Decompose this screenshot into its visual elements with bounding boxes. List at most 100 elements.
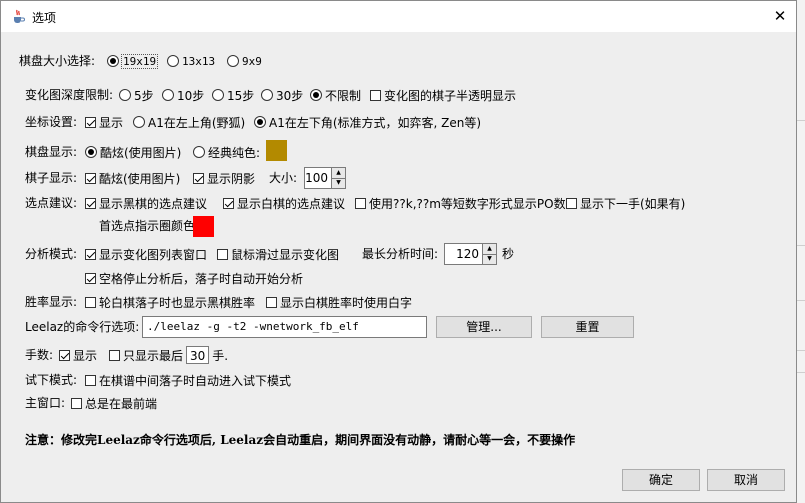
stone-shadow-checkbox[interactable]: 显示阴影: [193, 168, 255, 188]
depth-30-radio[interactable]: 30步: [261, 85, 303, 105]
checkbox-indicator: [85, 116, 96, 128]
checkbox-label: 酷炫(使用图片): [99, 171, 181, 186]
radio-indicator: [167, 55, 179, 67]
translucent-checkbox[interactable]: 变化图的棋子半透明显示: [370, 85, 516, 105]
radio-indicator: [85, 146, 97, 158]
reset-button[interactable]: 重置: [541, 316, 634, 338]
radio-label: A1在左下角(标准方式，如弈客, Zen等): [269, 115, 482, 130]
java-coffee-icon: [14, 9, 25, 23]
radio-indicator: [133, 116, 145, 128]
ring-color-swatch[interactable]: [193, 216, 214, 237]
board-size-13-radio[interactable]: 13x13: [167, 51, 215, 71]
spinner-value: 120: [456, 247, 479, 261]
black-suggestion-checkbox[interactable]: 显示黑棋的选点建议: [85, 193, 207, 213]
spinner-up-icon[interactable]: ▲: [483, 244, 496, 254]
stone-display-label: 棋子显示:: [25, 171, 78, 185]
coords-bottom-left-radio[interactable]: A1在左下角(标准方式，如弈客, Zen等): [254, 112, 481, 132]
radio-label: 酷炫(使用图片): [100, 145, 182, 160]
manage-button[interactable]: 管理...: [436, 316, 532, 338]
coords-label: 坐标设置:: [25, 115, 78, 129]
divider: [797, 245, 805, 246]
checkbox-indicator: [85, 272, 96, 284]
space-autostart-checkbox[interactable]: 空格停止分析后，落子时自动开始分析: [85, 268, 303, 288]
divider: [797, 300, 805, 301]
depth-10-radio[interactable]: 10步: [162, 85, 204, 105]
close-icon[interactable]: ✕: [767, 4, 793, 28]
hover-variation-checkbox[interactable]: 鼠标滑过显示变化图: [217, 244, 339, 264]
spinner-down-icon[interactable]: ▼: [332, 177, 345, 188]
checkbox-label: 显示白棋的选点建议: [237, 196, 346, 211]
radio-label: 经典纯色:: [208, 145, 261, 160]
radio-indicator: [254, 116, 266, 128]
checkbox-indicator: [355, 197, 366, 209]
checkbox-indicator: [85, 197, 96, 209]
stone-fancy-checkbox[interactable]: 酷炫(使用图片): [85, 168, 180, 188]
radio-label: 19x19: [120, 53, 159, 69]
spinner-down-icon[interactable]: ▼: [483, 253, 496, 264]
checkbox-indicator: [217, 248, 228, 260]
radio-label: A1在左上角(野狐): [148, 115, 246, 130]
radio-label: 不限制: [325, 88, 362, 103]
checkbox-label: 显示阴影: [207, 171, 256, 186]
last-moves-input[interactable]: 30: [186, 346, 210, 364]
checkbox-label: 显示变化图列表窗口: [99, 247, 208, 262]
board-size-label: 棋盘大小选择:: [19, 54, 96, 68]
title-bar: 选项 ✕: [1, 1, 796, 32]
board-classic-radio[interactable]: 经典纯色:: [193, 142, 260, 162]
move-number-show-checkbox[interactable]: 显示: [59, 345, 97, 365]
spinner-arrows[interactable]: ▲ ▼: [482, 244, 496, 264]
spinner-arrows[interactable]: ▲ ▼: [331, 168, 345, 188]
stone-size-spinner[interactable]: 100 ▲ ▼: [304, 167, 346, 189]
radio-indicator: [261, 89, 273, 101]
radio-indicator: [310, 89, 322, 101]
variation-list-checkbox[interactable]: 显示变化图列表窗口: [85, 244, 207, 264]
white-suggestion-checkbox[interactable]: 显示白棋的选点建议: [223, 193, 345, 213]
checkbox-indicator: [85, 374, 96, 386]
board-size-9-radio[interactable]: 9x9: [227, 51, 262, 71]
cancel-button[interactable]: 取消: [707, 469, 785, 491]
coords-top-left-radio[interactable]: A1在左上角(野狐): [133, 112, 245, 132]
radio-indicator: [227, 55, 239, 67]
always-on-top-checkbox[interactable]: 总是在最前端: [71, 393, 157, 413]
checkbox-label: 鼠标滑过显示变化图: [231, 247, 340, 262]
leelaz-command-input[interactable]: ./leelaz -g -t2 -wnetwork_fb_elf: [142, 316, 427, 338]
radio-label: 10步: [177, 88, 205, 103]
options-dialog: 选项 ✕ 棋盘大小选择: 19x19 13x13 9x9 变化图深度限制: 5步…: [0, 0, 797, 503]
ring-color-label: 首选点指示圈颜色:: [99, 219, 200, 233]
white-text-winrate-checkbox[interactable]: 显示白棋胜率时使用白字: [266, 292, 412, 312]
radio-label: 30步: [276, 88, 304, 103]
main-window-label: 主窗口:: [25, 396, 66, 410]
show-next-checkbox[interactable]: 显示下一手(如果有): [566, 193, 685, 213]
depth-unlimited-radio[interactable]: 不限制: [310, 85, 361, 105]
short-number-checkbox[interactable]: 使用??k,??m等短数字形式显示PO数: [355, 193, 566, 213]
auto-try-mode-checkbox[interactable]: 在棋谱中间落子时自动进入试下模式: [85, 370, 291, 390]
leelaz-options-label: Leelaz的命令行选项:: [25, 320, 140, 334]
white-turn-winrate-checkbox[interactable]: 轮白棋落子时也显示黑棋胜率: [85, 292, 255, 312]
radio-label: 13x13: [182, 54, 216, 68]
radio-indicator: [193, 146, 205, 158]
board-color-swatch[interactable]: [266, 140, 287, 161]
board-size-19-radio[interactable]: 19x19: [107, 51, 159, 71]
coords-show-checkbox[interactable]: 显示: [85, 112, 123, 132]
max-time-spinner[interactable]: 120 ▲ ▼: [444, 243, 497, 265]
checkbox-indicator: [85, 172, 96, 184]
show-last-only-checkbox[interactable]: 只显示最后 30 手.: [109, 345, 228, 365]
depth-5-radio[interactable]: 5步: [119, 85, 154, 105]
spinner-up-icon[interactable]: ▲: [332, 168, 345, 178]
winrate-label: 胜率显示:: [25, 295, 78, 309]
radio-indicator: [212, 89, 224, 101]
radio-indicator: [162, 89, 174, 101]
checkbox-label: 轮白棋落子时也显示黑棋胜率: [99, 295, 256, 310]
ok-button[interactable]: 确定: [622, 469, 700, 491]
max-time-label: 最长分析时间:: [362, 247, 439, 261]
radio-label: 5步: [134, 88, 154, 103]
try-mode-label: 试下模式:: [25, 373, 78, 387]
checkbox-label: 显示白棋胜率时使用白字: [280, 295, 413, 310]
board-fancy-radio[interactable]: 酷炫(使用图片): [85, 142, 181, 162]
checkbox-indicator: [59, 349, 70, 361]
restart-note: 注意：修改完Leelaz命令行选项后, Leelaz会自动重启，期间界面没有动静…: [25, 433, 576, 447]
depth-label: 变化图深度限制:: [25, 88, 114, 102]
checkbox-indicator: [266, 296, 277, 308]
depth-15-radio[interactable]: 15步: [212, 85, 254, 105]
background-window-edge: [797, 0, 805, 503]
